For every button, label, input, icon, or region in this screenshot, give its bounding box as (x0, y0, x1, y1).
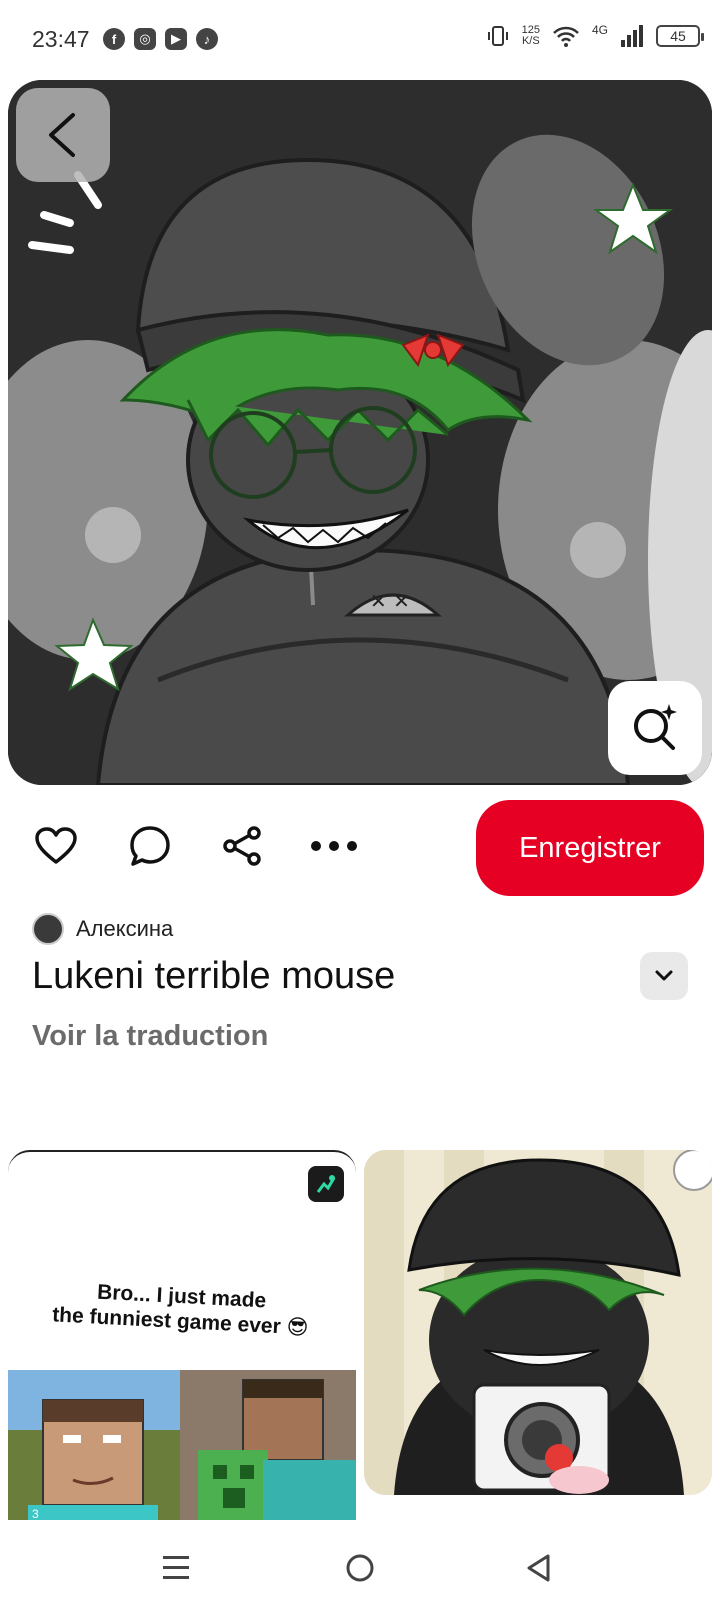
visual-search-icon (634, 704, 677, 750)
comment-icon (130, 826, 170, 866)
avatar (32, 913, 64, 945)
wifi-icon (553, 26, 579, 47)
visual-search-button[interactable] (608, 681, 702, 775)
system-nav-bar (0, 1522, 720, 1612)
status-bar: 23:47 f ◎ ▶ ♪ 125 K/S 4G 45 (0, 0, 720, 80)
menu-icon (163, 1556, 189, 1579)
net-speed-unit: K/S (521, 35, 540, 47)
expand-description-button[interactable] (640, 952, 688, 1000)
net-speed: 125 K/S (522, 25, 540, 47)
pin-title: Lukeni terrible mouse (32, 955, 396, 997)
back-button[interactable] (16, 88, 110, 182)
related-pin-meme[interactable]: Bro... I just made the funniest game eve… (8, 1150, 356, 1520)
status-indicators: 125 K/S 4G 45 (486, 23, 704, 48)
pin-illustration: ✕ ✕ (8, 80, 712, 785)
recent-apps-button[interactable] (152, 1544, 200, 1592)
home-button[interactable] (336, 1544, 384, 1592)
vibrate-icon (487, 26, 508, 46)
card-small-number: 3 (32, 1507, 39, 1520)
like-button[interactable] (32, 822, 80, 870)
facebook-icon: f (103, 28, 125, 50)
svg-text:✕ ✕: ✕ ✕ (370, 589, 410, 613)
music-icon: ♪ (196, 28, 218, 50)
home-circle-icon (346, 1554, 374, 1582)
save-button[interactable]: Enregistrer (476, 800, 704, 896)
pin-image[interactable]: ✕ ✕ (8, 80, 712, 785)
character-camera-image (364, 1150, 712, 1495)
heart-icon (35, 827, 77, 864)
chevron-down-icon (655, 970, 673, 981)
comment-button[interactable] (126, 822, 174, 870)
more-options-button[interactable] (310, 822, 358, 870)
signal-icon (621, 25, 643, 47)
instagram-icon: ◎ (134, 28, 156, 50)
related-pin-character[interactable] (364, 1150, 712, 1495)
app-badge-icon (308, 1166, 344, 1202)
share-icon (223, 826, 261, 866)
translate-link[interactable]: Voir la traduction (32, 1020, 268, 1053)
share-button[interactable] (218, 822, 266, 870)
youtube-icon: ▶ (165, 28, 187, 50)
author-name: Алексина (76, 916, 174, 941)
more-dots-icon (311, 841, 357, 851)
minecraft-faces-image: 3 (8, 1370, 356, 1520)
meme-caption: Bro... I just made the funniest game eve… (35, 1276, 327, 1341)
status-app-icons: f ◎ ▶ ♪ (103, 28, 218, 50)
network-type: 4G (591, 23, 608, 37)
back-nav-button[interactable] (514, 1544, 562, 1592)
pin-author[interactable]: Алексина (32, 913, 173, 945)
chevron-left-icon (49, 113, 75, 157)
back-triangle-icon (527, 1554, 550, 1582)
battery-indicator: 45 (656, 25, 704, 47)
status-time: 23:47 (32, 26, 90, 52)
battery-level: 45 (670, 28, 686, 44)
pin-actions: Enregistrer (0, 800, 720, 896)
